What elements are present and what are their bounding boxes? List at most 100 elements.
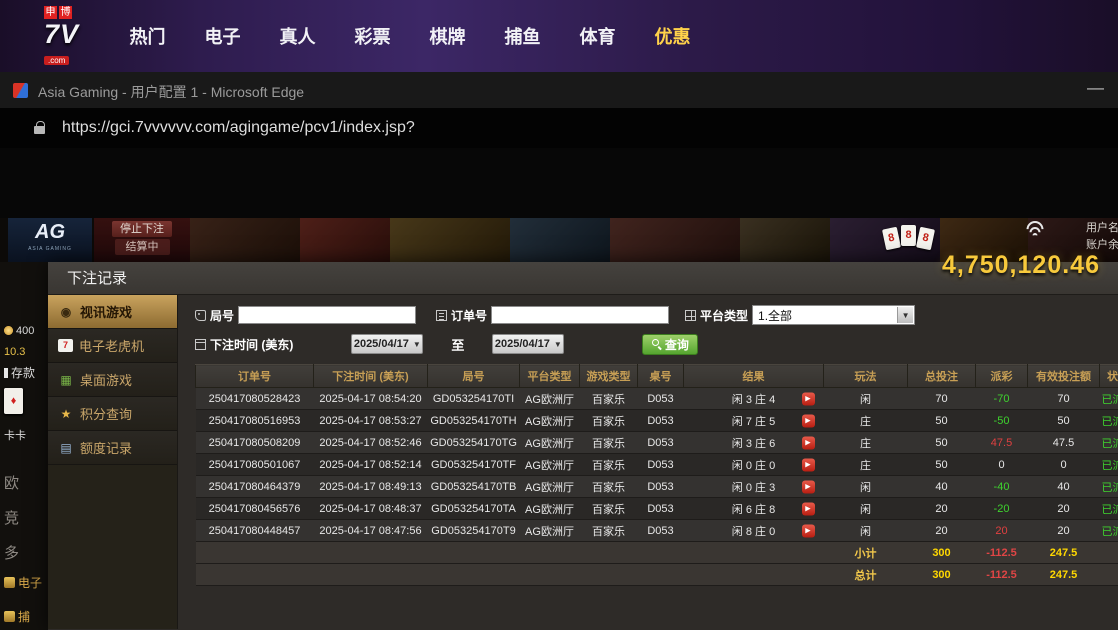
bet-records-table: 订单号下注时间 (美东)局号平台类型游戏类型桌号结果玩法总投注派彩有效投注额状态… [195,364,1118,586]
cell-game-type: 百家乐 [580,476,638,498]
menu-icon [4,611,15,622]
sidebar-item-3[interactable]: ▦桌面游戏 [48,363,177,397]
sidebar-item-4[interactable]: ★积分查询 [48,397,177,431]
cell-payout: 20 [976,520,1028,542]
date-from-button[interactable]: 2025/04/17 ▼ [351,334,423,354]
table-row: 2504170805169532025-04-17 08:53:27GD0532… [196,410,1118,432]
replay-button[interactable]: ▶ [802,524,815,537]
cell-result: 闲 7 庄 5▶ [684,410,824,432]
user-info-label: 用户名 [1086,220,1118,237]
sidebar-item-label: 电子老虎机 [79,336,144,355]
background-left-item: 400 [4,326,13,335]
logo-badge: 申 [44,6,57,19]
round-number-input[interactable] [238,306,416,324]
nav-item-4[interactable]: 彩票 [335,23,410,49]
record-doc-icon: ▤ [58,441,74,455]
cell-game-type: 百家乐 [580,454,638,476]
cell-bet-time: 2025-04-17 08:47:56 [314,520,428,542]
sidebar-item-1[interactable]: ◉视讯游戏 [48,295,177,329]
cell-round-id: GD053254170TG [428,432,520,454]
cell-status: 已派彩 [1100,410,1118,432]
modal-body: ◉视讯游戏7电子老虎机▦桌面游戏★积分查询▤额度记录 局号 订单号 平台类型 [48,295,1118,629]
cell-valid-bet: 40 [1028,476,1100,498]
nav-item-5[interactable]: 棋牌 [410,23,485,49]
main-nav: 热门电子真人彩票棋牌捕鱼体育优惠 [110,0,710,72]
cell-valid-bet: 20 [1028,520,1100,542]
background-left-item: 竞 [4,507,19,528]
cell-game-type: 百家乐 [580,498,638,520]
cell-bet-time: 2025-04-17 08:49:13 [314,476,428,498]
cell-round-id: GD053254170TA [428,498,520,520]
nav-item-3[interactable]: 真人 [260,23,335,49]
col-header-bet-time: 下注时间 (美东) [314,365,428,388]
page-content: AG ASIA GAMING 停止下注 结算中 888 用户名账户余 40010… [0,148,1118,630]
col-header-result: 结果 [684,365,824,388]
logo-badge: 博 [59,6,72,19]
cell-round-id: GD053254170TI [428,388,520,410]
grand-total-row: 总计300-112.5247.5 [196,564,1118,586]
col-header-play: 玩法 [824,365,908,388]
cell-bet-time: 2025-04-17 08:54:20 [314,388,428,410]
cell-status: 已派彩 [1100,432,1118,454]
platform-type-select[interactable]: 1.全部 ▼ [752,305,915,325]
background-left-item: 存款 [4,364,35,381]
nav-item-7[interactable]: 体育 [560,23,635,49]
nav-item-2[interactable]: 电子 [185,23,260,49]
table-game-icon: ▦ [58,373,74,387]
points-star-icon: ★ [58,407,74,421]
logo-text: 7V [44,19,114,50]
background-left-item: 欧 [4,472,19,493]
col-header-round-id: 局号 [428,365,520,388]
nav-item-1[interactable]: 热门 [110,23,185,49]
cell-platform: AG欧洲厅 [520,520,580,542]
cell-total-bet: 50 [908,410,976,432]
cell-payout: -20 [976,498,1028,520]
cell-round-id: GD053254170T9 [428,520,520,542]
cell-valid-bet: 70 [1028,388,1100,410]
cell-play: 闲 [824,498,908,520]
replay-button[interactable]: ▶ [802,480,815,493]
sidebar-item-2[interactable]: 7电子老虎机 [48,329,177,363]
sum-valid-bet: 247.5 [1028,564,1100,586]
site-logo[interactable]: 申 博 7V .com [44,6,114,66]
sum-label: 小计 [824,542,908,564]
cell-round-id: GD053254170TB [428,476,520,498]
url-text[interactable]: https://gci.7vvvvvv.com/agingame/pcv1/in… [62,119,415,137]
cell-valid-bet: 20 [1028,498,1100,520]
cell-play: 闲 [824,388,908,410]
replay-button[interactable]: ▶ [802,436,815,449]
wifi-icon [1024,220,1046,238]
col-header-platform: 平台类型 [520,365,580,388]
playing-card: 8 [901,225,916,246]
settling-label: 结算中 [115,239,170,255]
minimize-button[interactable]: — [1087,78,1104,98]
cell-play: 闲 [824,476,908,498]
cell-total-bet: 20 [908,498,976,520]
cell-play: 庄 [824,454,908,476]
nav-item-6[interactable]: 捕鱼 [485,23,560,49]
replay-button[interactable]: ▶ [802,458,815,471]
cell-platform: AG欧洲厅 [520,388,580,410]
date-to-button[interactable]: 2025/04/17 ▼ [492,334,564,354]
cell-game-type: 百家乐 [580,410,638,432]
browser-urlbar[interactable]: https://gci.7vvvvvv.com/agingame/pcv1/in… [0,108,1118,148]
replay-button[interactable]: ▶ [802,392,815,405]
lock-icon [34,126,45,134]
to-label: 至 [451,335,464,354]
search-button[interactable]: 查询 [642,334,698,355]
browser-titlebar: Asia Gaming - 用户配置 1 - Microsoft Edge — [0,72,1118,108]
cell-total-bet: 50 [908,454,976,476]
playing-card: 8 [916,227,935,251]
cell-order-id: 250417080508209 [196,432,314,454]
background-left-item: 10.3 [4,346,25,358]
bet-records-modal: 下注记录 ◉视讯游戏7电子老虎机▦桌面游戏★积分查询▤额度记录 局号 订单号 [48,262,1118,630]
cell-bet-time: 2025-04-17 08:48:37 [314,498,428,520]
replay-button[interactable]: ▶ [802,414,815,427]
sidebar-item-5[interactable]: ▤额度记录 [48,431,177,465]
nav-item-8[interactable]: 优惠 [635,23,710,49]
chevron-down-icon: ▼ [554,340,562,349]
order-number-input[interactable] [491,306,669,324]
table-row: 2504170805284232025-04-17 08:54:20GD0532… [196,388,1118,410]
cell-game-type: 百家乐 [580,432,638,454]
replay-button[interactable]: ▶ [802,502,815,515]
